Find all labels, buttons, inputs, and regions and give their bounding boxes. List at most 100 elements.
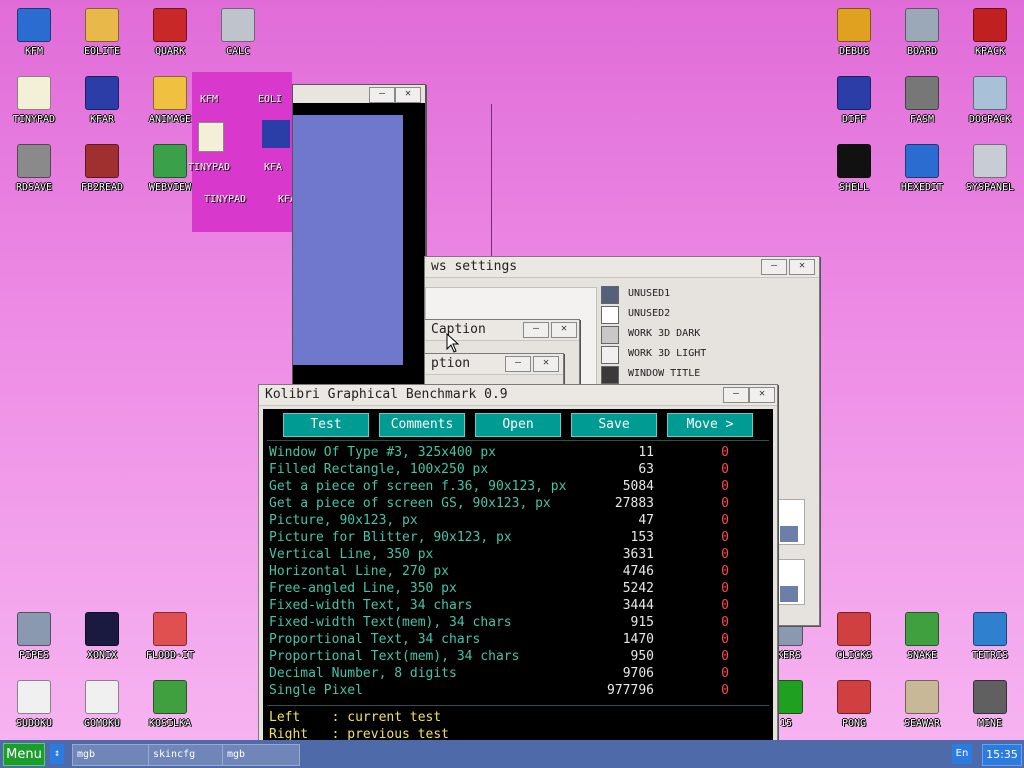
- desktop-icon-label: RDSAVE: [15, 182, 53, 193]
- minimize-button[interactable]: —: [523, 322, 549, 338]
- color-entry[interactable]: UNUSED1: [601, 285, 811, 305]
- benchmark-score: 3631: [622, 547, 654, 562]
- desktop-icon-sudoku[interactable]: SUDOKU: [2, 674, 66, 738]
- book-icon: [153, 8, 187, 42]
- benchmark-row[interactable]: Decimal Number, 8 digits 9706 0: [269, 666, 769, 683]
- benchmark-previous: 0: [721, 547, 729, 562]
- benchmark-previous: 0: [721, 513, 729, 528]
- taskbar-item-skincfg[interactable]: skincfg: [148, 744, 224, 766]
- close-button[interactable]: ✕: [395, 87, 421, 103]
- benchmark-row[interactable]: Single Pixel 977796 0: [269, 683, 769, 700]
- preview-window[interactable]: — ✕: [292, 84, 426, 386]
- benchmark-row[interactable]: Get a piece of screen GS, 90x123, px 2788…: [269, 496, 769, 513]
- bench-button-save[interactable]: Save: [571, 413, 657, 437]
- benchmark-test-name: Picture for Blitter, 90x123, px: [269, 530, 512, 545]
- close-button[interactable]: ✕: [749, 387, 775, 403]
- taskbar-item-mgb[interactable]: mgb: [72, 744, 150, 766]
- caption-window-2[interactable]: ption — ✕: [424, 353, 564, 387]
- desktop-icon-diff[interactable]: DIFF: [822, 70, 886, 134]
- benchmark-row[interactable]: Fixed-width Text, 34 chars 3444 0: [269, 598, 769, 615]
- desktop-icon-debug[interactable]: DEBUG: [822, 2, 886, 66]
- desktop-icon-kpack[interactable]: KPACK: [958, 2, 1022, 66]
- close-button[interactable]: ✕: [551, 322, 577, 338]
- desktop-icon-rdsave[interactable]: RDSAVE: [2, 138, 66, 202]
- benchmark-previous: 0: [721, 581, 729, 596]
- benchmark-score: 9706: [622, 666, 654, 681]
- color-entry[interactable]: WORK 3D LIGHT: [601, 345, 811, 365]
- folder-icon: [85, 8, 119, 42]
- desktop-icon-pong[interactable]: PONG: [822, 674, 886, 738]
- color-entry[interactable]: WINDOW TITLE: [601, 365, 811, 385]
- color-swatch[interactable]: [601, 306, 619, 324]
- benchmark-row[interactable]: Vertical Line, 350 px 3631 0: [269, 547, 769, 564]
- desktop-icon-board[interactable]: BOARD: [890, 2, 954, 66]
- desktop-icon-hexedit[interactable]: HEXEDIT: [890, 138, 954, 202]
- color-entry[interactable]: WORK 3D DARK: [601, 325, 811, 345]
- benchmark-row[interactable]: Proportional Text, 34 chars 1470 0: [269, 632, 769, 649]
- benchmark-row[interactable]: Fixed-width Text(mem), 34 chars 915 0: [269, 615, 769, 632]
- desktop-icon-eolite[interactable]: EOLITE: [70, 2, 134, 66]
- desktop-icon-clicks[interactable]: CLICKS: [822, 606, 886, 670]
- bench-button-move[interactable]: Move >: [667, 413, 753, 437]
- benchmark-row[interactable]: Picture, 90x123, px 47 0: [269, 513, 769, 530]
- benchmark-test-name: Filled Rectangle, 100x250 px: [269, 462, 489, 477]
- close-button[interactable]: ✕: [789, 259, 815, 275]
- desktop-icon-seawar[interactable]: SEAWAR: [890, 674, 954, 738]
- benchmark-row[interactable]: Proportional Text(mem), 34 chars 950 0: [269, 649, 769, 666]
- desktop-icon-syspanel[interactable]: SYSPANEL: [958, 138, 1022, 202]
- benchmark-row[interactable]: Horizontal Line, 270 px 4746 0: [269, 564, 769, 581]
- desktop-icon-fb2read[interactable]: FB2READ: [70, 138, 134, 202]
- switch-icon[interactable]: ↕: [50, 744, 64, 764]
- desktop-icon-docpack[interactable]: DOCPACK: [958, 70, 1022, 134]
- color-list: UNUSED1 UNUSED2 WORK 3D DARK WORK 3D LIGHT W…: [601, 285, 811, 385]
- desktop-icon-mine[interactable]: MINE: [958, 674, 1022, 738]
- desktop-icon-kosilka[interactable]: KOSILKA: [138, 674, 202, 738]
- bench-button-test[interactable]: Test: [283, 413, 369, 437]
- minimize-button[interactable]: —: [723, 387, 749, 403]
- minimize-button[interactable]: —: [369, 87, 395, 103]
- desktop-icon-snake[interactable]: SNAKE: [890, 606, 954, 670]
- benchmark-test-name: Free-angled Line, 350 px: [269, 581, 457, 596]
- color-swatch[interactable]: [601, 286, 619, 304]
- desktop-icon-label: PIPES: [18, 650, 50, 661]
- clock[interactable]: 15:35: [982, 744, 1022, 766]
- desktop-icon-pipes[interactable]: PIPES: [2, 606, 66, 670]
- desktop-icon-quark[interactable]: QUARK: [138, 2, 202, 66]
- color-swatch[interactable]: [601, 326, 619, 344]
- minimize-button[interactable]: —: [505, 356, 531, 372]
- desktop-icon-xonix[interactable]: XONIX: [70, 606, 134, 670]
- color-swatch[interactable]: [601, 366, 619, 384]
- taskbar-item-mgb[interactable]: mgb: [222, 744, 300, 766]
- close-button[interactable]: ✕: [533, 356, 559, 372]
- benchmark-row[interactable]: Get a piece of screen f.36, 90x123, px 50…: [269, 479, 769, 496]
- minimize-button[interactable]: —: [761, 259, 787, 275]
- benchmark-row[interactable]: Free-angled Line, 350 px 5242 0: [269, 581, 769, 598]
- color-swatch[interactable]: [601, 346, 619, 364]
- benchmark-test-name: Vertical Line, 350 px: [269, 547, 434, 562]
- desktop-icon-flood-it[interactable]: FLOOD-IT: [138, 606, 202, 670]
- benchmark-row[interactable]: Picture for Blitter, 90x123, px 153 0: [269, 530, 769, 547]
- gomoku-icon: [85, 680, 119, 714]
- benchmark-window[interactable]: Kolibri Graphical Benchmark 0.9 — ✕ Test…: [258, 384, 778, 746]
- desktop-icon-tetris[interactable]: TETRIS: [958, 606, 1022, 670]
- color-entry[interactable]: UNUSED2: [601, 305, 811, 325]
- wrench-icon: [973, 8, 1007, 42]
- desktop-icon-shell[interactable]: SHELL: [822, 138, 886, 202]
- mine-icon: [973, 680, 1007, 714]
- desktop-icon-tinypad[interactable]: TINYPAD: [2, 70, 66, 134]
- bench-button-open[interactable]: Open: [475, 413, 561, 437]
- color-entry-label: WORK 3D LIGHT: [628, 348, 707, 359]
- flood-icon: [153, 612, 187, 646]
- desktop-icon-gomoku[interactable]: GOMOKU: [70, 674, 134, 738]
- benchmark-row[interactable]: Filled Rectangle, 100x250 px 63 0: [269, 462, 769, 479]
- lang-indicator[interactable]: En: [952, 744, 972, 764]
- desktop-icon-fasm[interactable]: FASM: [890, 70, 954, 134]
- menu-button[interactable]: Menu: [3, 743, 45, 766]
- desktop-icon-kfm[interactable]: KFM: [2, 2, 66, 66]
- desktop-icon-kfar[interactable]: KFAR: [70, 70, 134, 134]
- bench-button-comments[interactable]: Comments: [379, 413, 465, 437]
- preview-blue-area: [293, 115, 403, 365]
- bug-icon: [837, 8, 871, 42]
- benchmark-row[interactable]: Window Of Type #3, 325x400 px 11 0: [269, 445, 769, 462]
- desktop-icon-calc[interactable]: CALC: [206, 2, 270, 66]
